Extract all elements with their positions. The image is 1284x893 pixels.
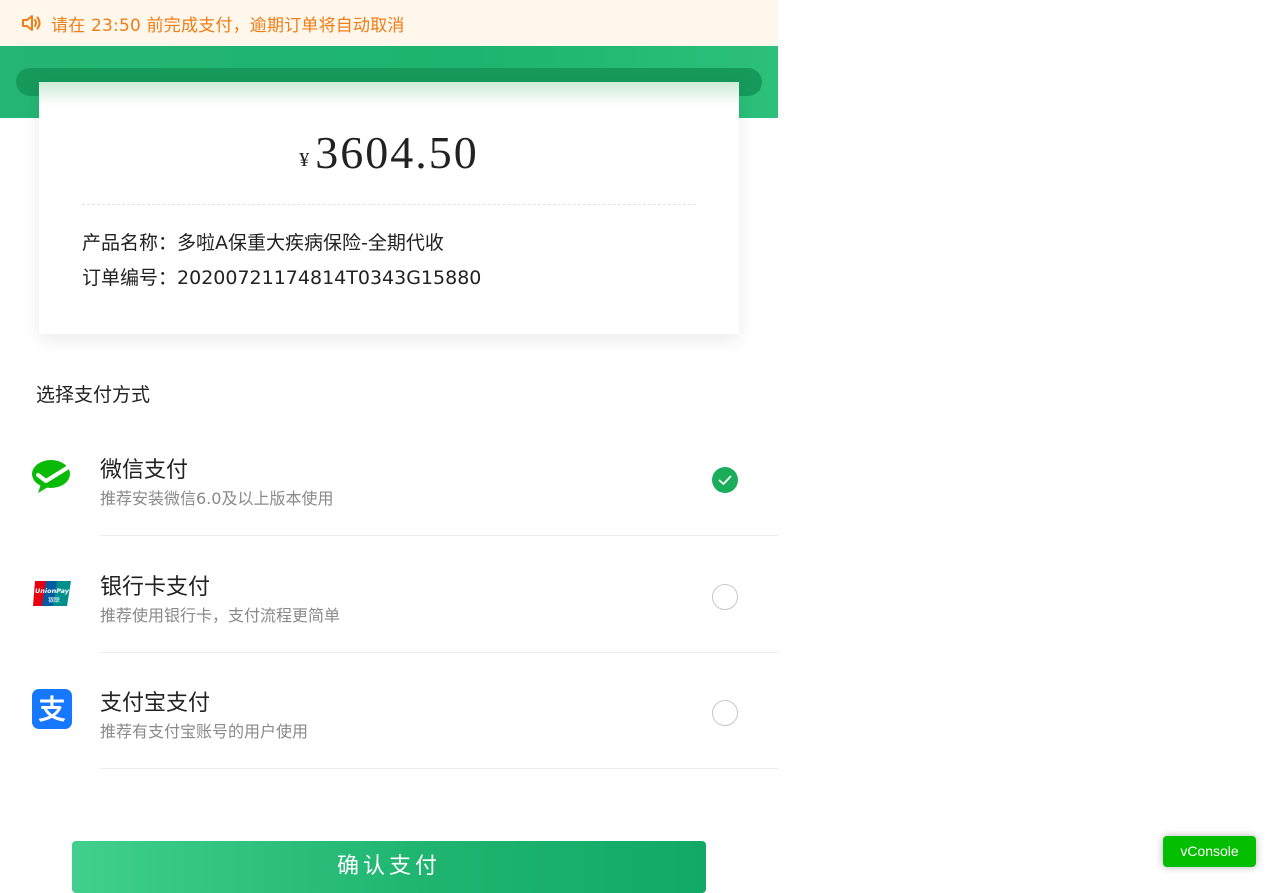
bank-card-pay-title: 银行卡支付: [100, 575, 211, 600]
pay-method-section-title: 选择支付方式: [36, 384, 151, 406]
check-icon: [718, 475, 732, 485]
wechat-pay-desc: 推荐安装微信6.0及以上版本使用: [100, 489, 334, 508]
currency-symbol: ¥: [299, 149, 310, 171]
order-number-value: 20200721174814T0343G15880: [177, 267, 482, 289]
alipay-pay-desc: 推荐有支付宝账号的用户使用: [100, 722, 309, 741]
pay-method-alipay[interactable]: 支 支付宝支付 推荐有支付宝账号的用户使用: [0, 653, 778, 770]
product-name-row: 产品名称：多啦A保重大疾病保险-全期代收: [82, 228, 444, 255]
pay-method-wechat[interactable]: 微信支付 推荐安装微信6.0及以上版本使用: [0, 420, 778, 537]
svg-text:银联: 银联: [48, 596, 60, 604]
wechat-pay-title: 微信支付: [100, 458, 189, 483]
payment-deadline-notice: 请在 23:50 前完成支付，逾期订单将自动取消: [0, 0, 778, 46]
method-divider: [100, 768, 778, 769]
dashed-divider: [82, 204, 696, 205]
alipay-pay-title: 支付宝支付: [100, 691, 211, 716]
vconsole-button[interactable]: vConsole: [1163, 836, 1256, 867]
alipay-pay-radio[interactable]: [712, 700, 738, 726]
wechat-pay-radio-checked[interactable]: [712, 467, 738, 493]
order-summary-card: ¥3604.50 产品名称：多啦A保重大疾病保险-全期代收 订单编号：20200…: [39, 82, 739, 334]
unionpay-icon: UnionPay 银联: [32, 574, 72, 608]
confirm-pay-button[interactable]: 确认支付: [72, 841, 706, 893]
bank-card-pay-radio[interactable]: [712, 584, 738, 610]
order-number-row: 订单编号：20200721174814T0343G15880: [82, 263, 481, 290]
order-number-label: 订单编号：: [82, 267, 178, 289]
svg-text:UnionPay: UnionPay: [35, 587, 70, 595]
alipay-icon: 支: [32, 689, 72, 729]
amount-value: 3604.50: [315, 127, 479, 178]
card-top-shade: [39, 82, 739, 106]
pay-method-bank-card[interactable]: UnionPay 银联 银行卡支付 推荐使用银行卡，支付流程更简单: [0, 537, 778, 654]
bank-card-pay-desc: 推荐使用银行卡，支付流程更简单: [100, 606, 341, 625]
notice-text: 请在 23:50 前完成支付，逾期订单将自动取消: [51, 15, 405, 36]
payment-amount: ¥3604.50: [39, 126, 739, 179]
svg-text:支: 支: [39, 695, 66, 726]
wechat-pay-icon: [32, 458, 72, 498]
speaker-icon: [20, 12, 42, 34]
product-name-value: 多啦A保重大疾病保险-全期代收: [177, 232, 444, 254]
product-name-label: 产品名称：: [82, 232, 178, 254]
method-divider: [100, 535, 778, 536]
